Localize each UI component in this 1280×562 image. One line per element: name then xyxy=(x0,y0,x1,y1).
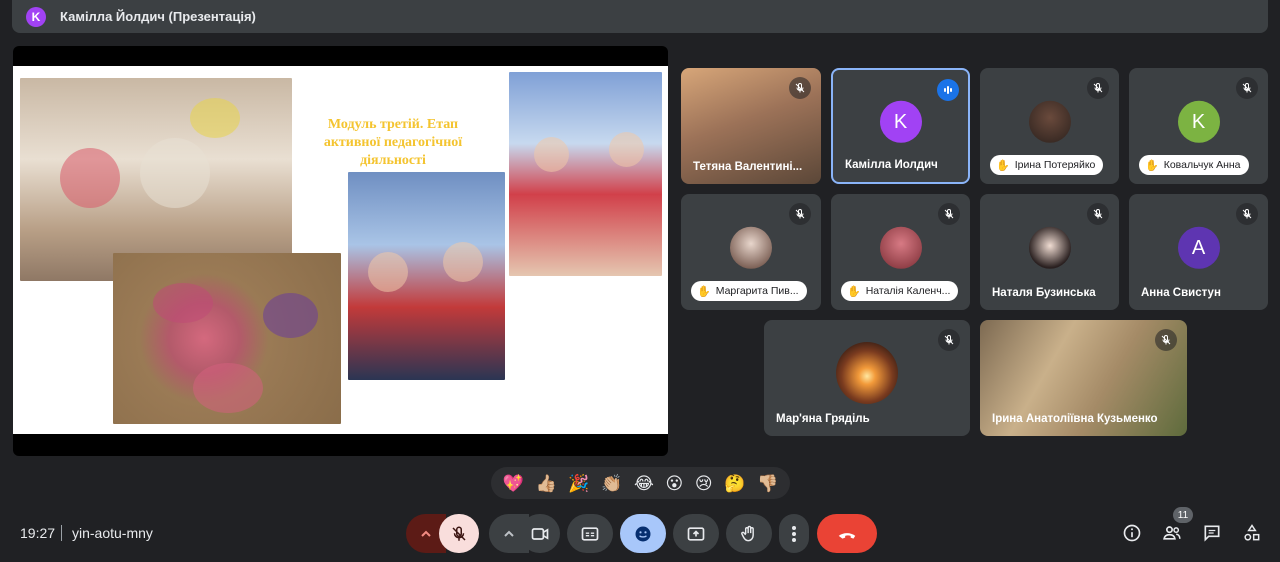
participant-tile[interactable]: K ✋ Ковальчук Анна xyxy=(1129,68,1268,184)
hand-icon: ✋ xyxy=(847,285,861,298)
camera-icon xyxy=(531,527,549,540)
mic-off-icon xyxy=(452,525,466,541)
mic-off-icon xyxy=(1087,203,1109,225)
participant-tile[interactable]: ✋ Наталія Каленч... xyxy=(831,194,970,310)
activities-button[interactable] xyxy=(1240,521,1264,545)
participant-tile[interactable]: Мар'яна Гряділь xyxy=(764,320,970,436)
avatar: A xyxy=(1177,226,1220,269)
speaking-indicator-icon xyxy=(937,79,959,101)
mic-off-icon xyxy=(1236,77,1258,99)
meeting-info-button[interactable] xyxy=(1120,521,1144,545)
shared-screen: Модуль третій. Етап активної педагогічно… xyxy=(13,46,668,456)
present-icon xyxy=(687,526,705,541)
present-screen-button[interactable] xyxy=(673,514,719,553)
mic-toggle-button[interactable] xyxy=(439,514,479,553)
more-vert-icon xyxy=(792,525,796,542)
camera-toggle-button[interactable] xyxy=(520,514,560,553)
avatar xyxy=(836,342,898,405)
reaction-thinking[interactable]: 🤔 xyxy=(724,475,745,492)
avatar xyxy=(879,226,922,269)
reaction-party[interactable]: 🎉 xyxy=(568,475,589,492)
reaction-thumbs-up[interactable]: 👍🏼 xyxy=(536,475,557,492)
chevron-up-icon xyxy=(421,530,431,537)
people-button[interactable] xyxy=(1160,521,1184,545)
presenter-avatar: K xyxy=(26,6,46,27)
participant-tile-speaking[interactable]: K Камілла Йолдич xyxy=(831,68,970,184)
raised-hand-pill: ✋ Ірина Потеряйко xyxy=(990,155,1104,175)
emoji-reactions-button[interactable] xyxy=(620,514,666,553)
participant-tile[interactable]: Тетяна Валентині... xyxy=(681,68,821,184)
mic-off-icon xyxy=(938,203,960,225)
slide-photo-classroom xyxy=(20,78,292,281)
hand-icon xyxy=(741,525,754,541)
participant-tile[interactable]: ✋ Маргарита Пив... xyxy=(681,194,821,310)
avatar xyxy=(1028,226,1071,269)
participant-name: Камілла Йолдич xyxy=(845,159,938,171)
raised-hand-pill: ✋ Маргарита Пив... xyxy=(691,281,807,301)
meeting-code: yin-aotu-mny xyxy=(72,525,153,541)
people-icon xyxy=(1163,526,1181,540)
participant-tile[interactable]: Наталя Бузинська xyxy=(980,194,1119,310)
participant-name: Анна Свистун xyxy=(1141,287,1221,299)
participant-name: Тетяна Валентині... xyxy=(693,161,803,173)
reaction-surprised[interactable]: 😮 xyxy=(666,475,684,492)
participant-name: Наталя Бузинська xyxy=(992,287,1096,299)
raised-hand-pill: ✋ Ковальчук Анна xyxy=(1139,155,1249,175)
meeting-time: 19:27 xyxy=(20,525,56,541)
slide-photo-christmas xyxy=(509,72,662,276)
avatar: K xyxy=(879,100,922,143)
participant-tile[interactable]: Ірина Анатоліївна Кузьменко xyxy=(980,320,1187,436)
avatar xyxy=(1028,100,1071,143)
reaction-heart[interactable]: 💖 xyxy=(503,475,524,492)
end-call-icon xyxy=(838,532,856,539)
smiley-icon xyxy=(635,526,651,541)
participant-tile[interactable]: A Анна Свистун xyxy=(1129,194,1268,310)
info-icon xyxy=(1123,524,1141,542)
slide: Модуль третій. Етап активної педагогічно… xyxy=(13,66,668,434)
mic-off-icon xyxy=(789,203,811,225)
captions-icon xyxy=(581,526,599,541)
mic-off-icon xyxy=(938,329,960,351)
divider xyxy=(61,525,62,541)
leave-call-button[interactable] xyxy=(817,514,877,553)
reaction-clap[interactable]: 👏🏼 xyxy=(601,475,622,492)
mic-off-icon xyxy=(1155,329,1177,351)
reaction-thumbs-down[interactable]: 👎🏼 xyxy=(757,475,778,492)
slide-photo-children xyxy=(348,172,505,380)
avatar: K xyxy=(1177,100,1220,143)
hand-icon: ✋ xyxy=(996,159,1010,172)
captions-button[interactable] xyxy=(567,514,613,553)
hand-icon: ✋ xyxy=(697,285,711,298)
participant-tile[interactable]: ✋ Ірина Потеряйко xyxy=(980,68,1119,184)
participant-name: Ковальчук Анна xyxy=(1163,159,1241,171)
more-options-button[interactable] xyxy=(779,514,809,553)
reactions-bar: 💖 👍🏼 🎉 👏🏼 😂 😮 😢 🤔 👎🏼 xyxy=(491,467,790,499)
raise-hand-button[interactable] xyxy=(726,514,772,553)
slide-title: Модуль третій. Етап активної педагогічно… xyxy=(323,117,463,168)
chat-button[interactable] xyxy=(1200,521,1224,545)
participant-name: Наталія Каленч... xyxy=(865,285,951,297)
presenter-title: Камілла Йолдич (Презентація) xyxy=(60,9,256,24)
chat-icon xyxy=(1204,525,1220,542)
mic-off-icon xyxy=(789,77,811,99)
avatar xyxy=(730,226,772,269)
hand-icon: ✋ xyxy=(1145,159,1159,172)
chevron-up-icon xyxy=(504,530,514,537)
reaction-laugh[interactable]: 😂 xyxy=(634,475,654,492)
activities-icon xyxy=(1244,524,1260,541)
raised-hand-pill: ✋ Наталія Каленч... xyxy=(841,281,959,301)
participant-name: Маргарита Пив... xyxy=(715,285,799,297)
slide-photo-crafts xyxy=(113,253,341,424)
mic-off-icon xyxy=(1087,77,1109,99)
participant-name: Ірина Анатоліївна Кузьменко xyxy=(992,413,1158,425)
mic-off-icon xyxy=(1236,203,1258,225)
participant-name: Ірина Потеряйко xyxy=(1014,159,1096,171)
reaction-sad[interactable]: 😢 xyxy=(695,475,713,492)
presentation-header: K Камілла Йолдич (Презентація) xyxy=(12,0,1268,33)
participant-name: Мар'яна Гряділь xyxy=(776,413,870,425)
